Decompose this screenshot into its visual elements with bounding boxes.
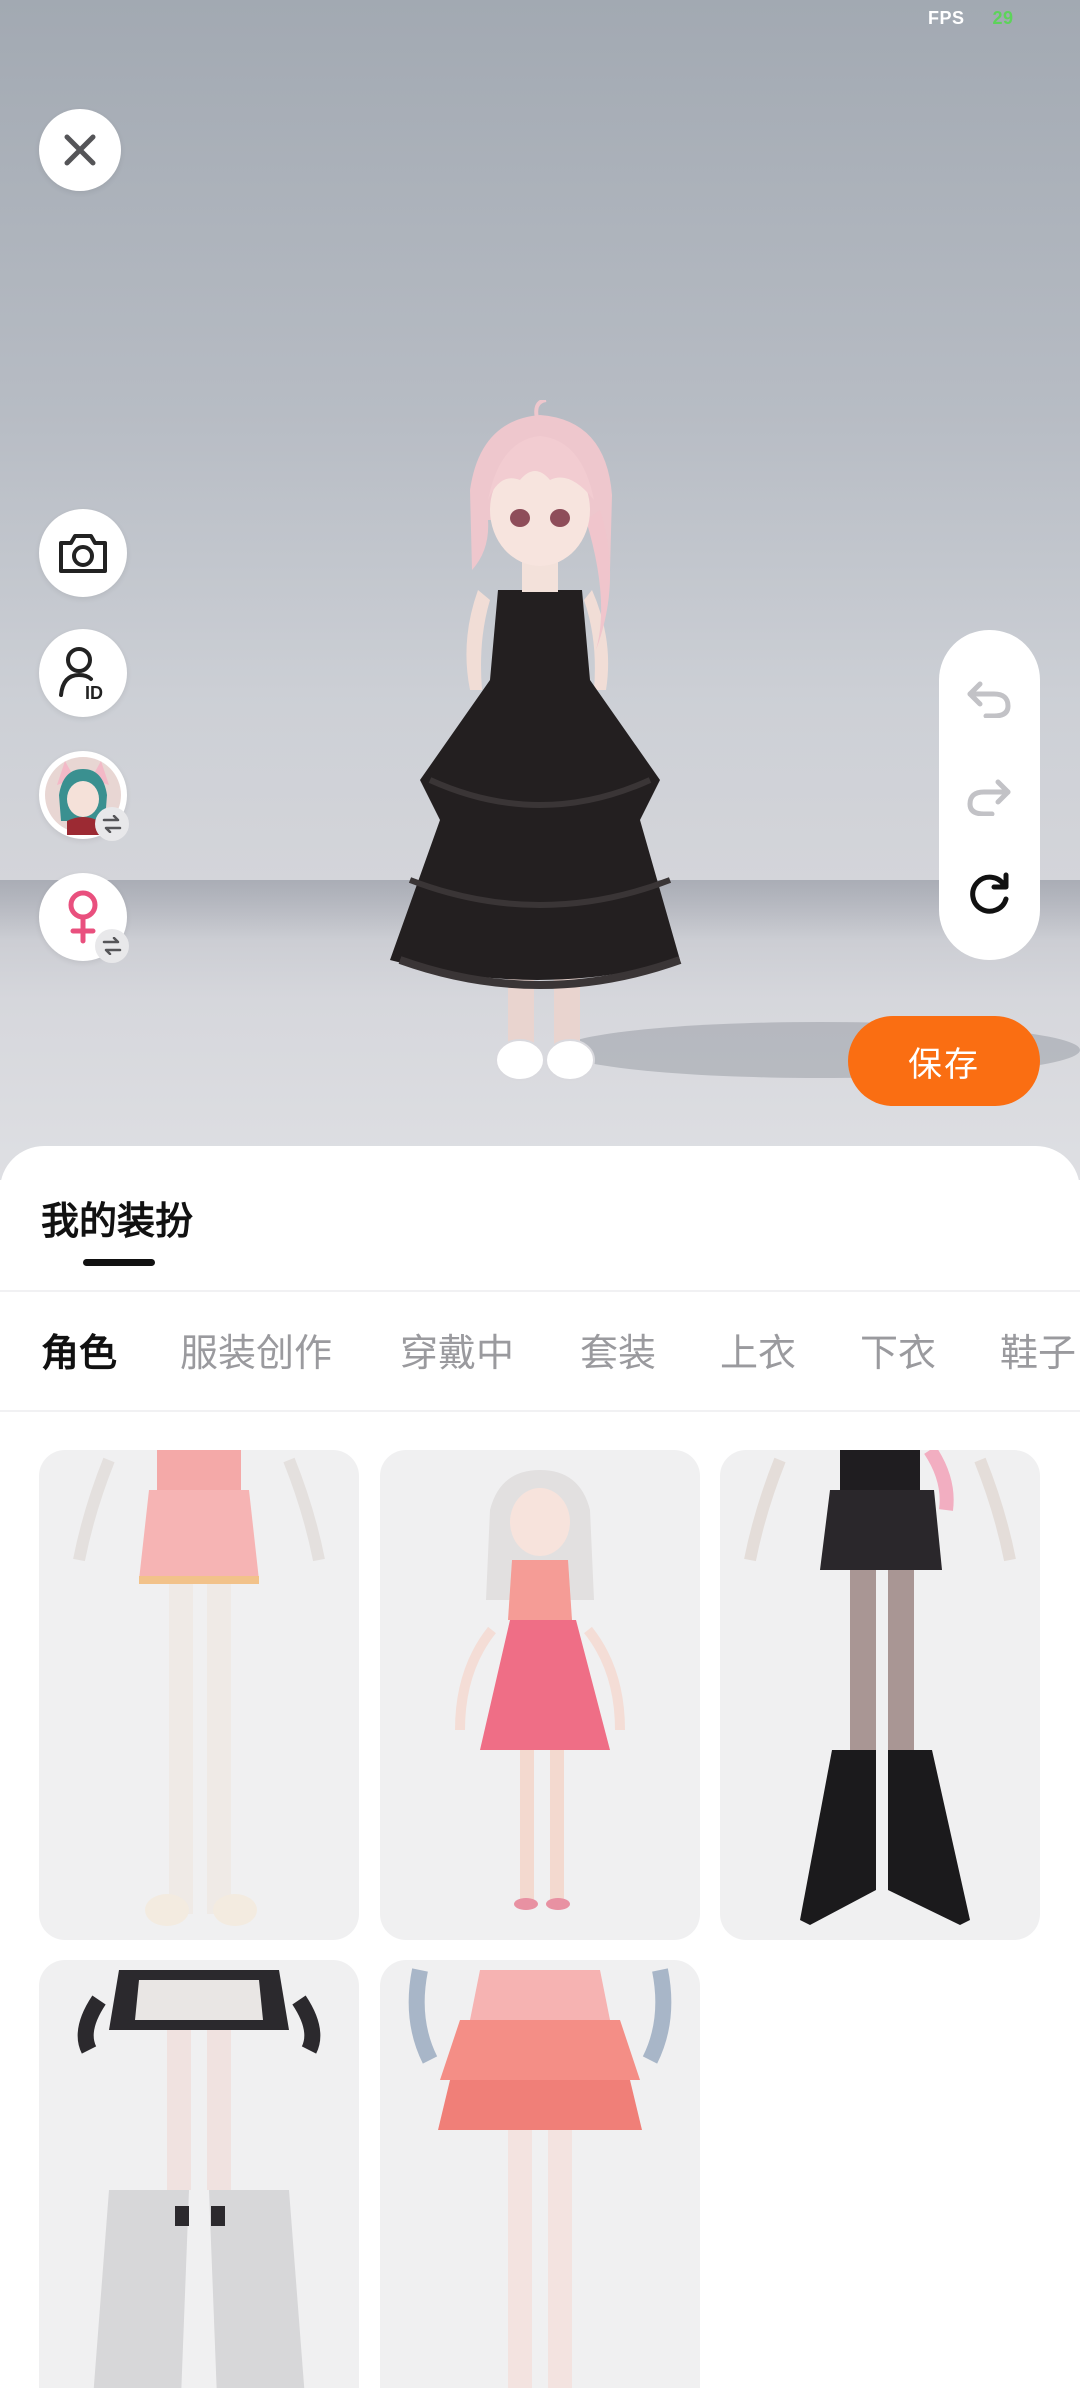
outfit-thumbnail bbox=[73, 1450, 325, 1926]
outfit-sheet: 我的装扮 角色 服装创作 穿戴中 套装 上衣 下衣 鞋子 bbox=[0, 1146, 1080, 2388]
swap-badge bbox=[95, 929, 129, 963]
outfit-thumbnail bbox=[77, 1970, 321, 2388]
swap-badge bbox=[95, 807, 129, 841]
outfit-card[interactable] bbox=[380, 1960, 700, 2388]
outfit-card[interactable] bbox=[380, 1450, 700, 1940]
avatar-character[interactable] bbox=[360, 400, 720, 1100]
tab-shoes[interactable]: 鞋子 bbox=[1000, 1322, 1076, 1377]
outfit-thumbnail bbox=[455, 1470, 625, 1910]
history-panel bbox=[939, 630, 1040, 960]
camera-icon bbox=[59, 534, 107, 573]
close-button[interactable] bbox=[39, 109, 121, 191]
swap-icon bbox=[102, 815, 122, 833]
avatar-viewport[interactable]: FPS 29 ID 保存 bbox=[0, 0, 1080, 1180]
title-underline bbox=[83, 1259, 155, 1266]
redo-icon bbox=[967, 779, 1011, 816]
save-button[interactable]: 保存 bbox=[848, 1016, 1040, 1106]
swap-icon bbox=[102, 937, 122, 955]
divider bbox=[0, 1410, 1080, 1412]
profile-id-button[interactable]: ID bbox=[39, 629, 127, 717]
fps-counter: FPS 29 bbox=[928, 8, 1014, 29]
avatar-switch-button[interactable] bbox=[39, 751, 129, 841]
outfit-thumbnail bbox=[408, 1968, 672, 2388]
outfit-card[interactable] bbox=[720, 1450, 1040, 1940]
fps-label: FPS bbox=[928, 8, 965, 28]
redo-button[interactable] bbox=[959, 766, 1019, 826]
profile-id-icon: ID bbox=[59, 647, 103, 701]
undo-icon bbox=[967, 681, 1011, 718]
divider bbox=[0, 1290, 1080, 1292]
svg-text:ID: ID bbox=[85, 683, 103, 701]
reset-button[interactable] bbox=[959, 864, 1019, 924]
reset-icon bbox=[970, 872, 1009, 914]
tab-costume-creation[interactable]: 服装创作 bbox=[180, 1322, 332, 1377]
tab-outfit-set[interactable]: 套装 bbox=[580, 1322, 656, 1377]
tab-wearing[interactable]: 穿戴中 bbox=[400, 1322, 514, 1377]
category-tabs: 角色 服装创作 穿戴中 套装 上衣 下衣 鞋子 bbox=[0, 1322, 1080, 1382]
tab-top[interactable]: 上衣 bbox=[720, 1322, 796, 1377]
tab-character[interactable]: 角色 bbox=[41, 1322, 117, 1377]
tab-bottom[interactable]: 下衣 bbox=[860, 1322, 936, 1377]
undo-button[interactable] bbox=[959, 668, 1019, 728]
sheet-title: 我的装扮 bbox=[41, 1199, 194, 1243]
close-icon bbox=[64, 134, 96, 166]
outfit-card[interactable] bbox=[39, 1960, 359, 2388]
outfit-thumbnail bbox=[744, 1450, 1016, 1925]
outfit-card[interactable] bbox=[39, 1450, 359, 1940]
gender-switch-button[interactable] bbox=[39, 873, 129, 963]
fps-value: 29 bbox=[992, 8, 1014, 28]
camera-button[interactable] bbox=[39, 509, 127, 597]
